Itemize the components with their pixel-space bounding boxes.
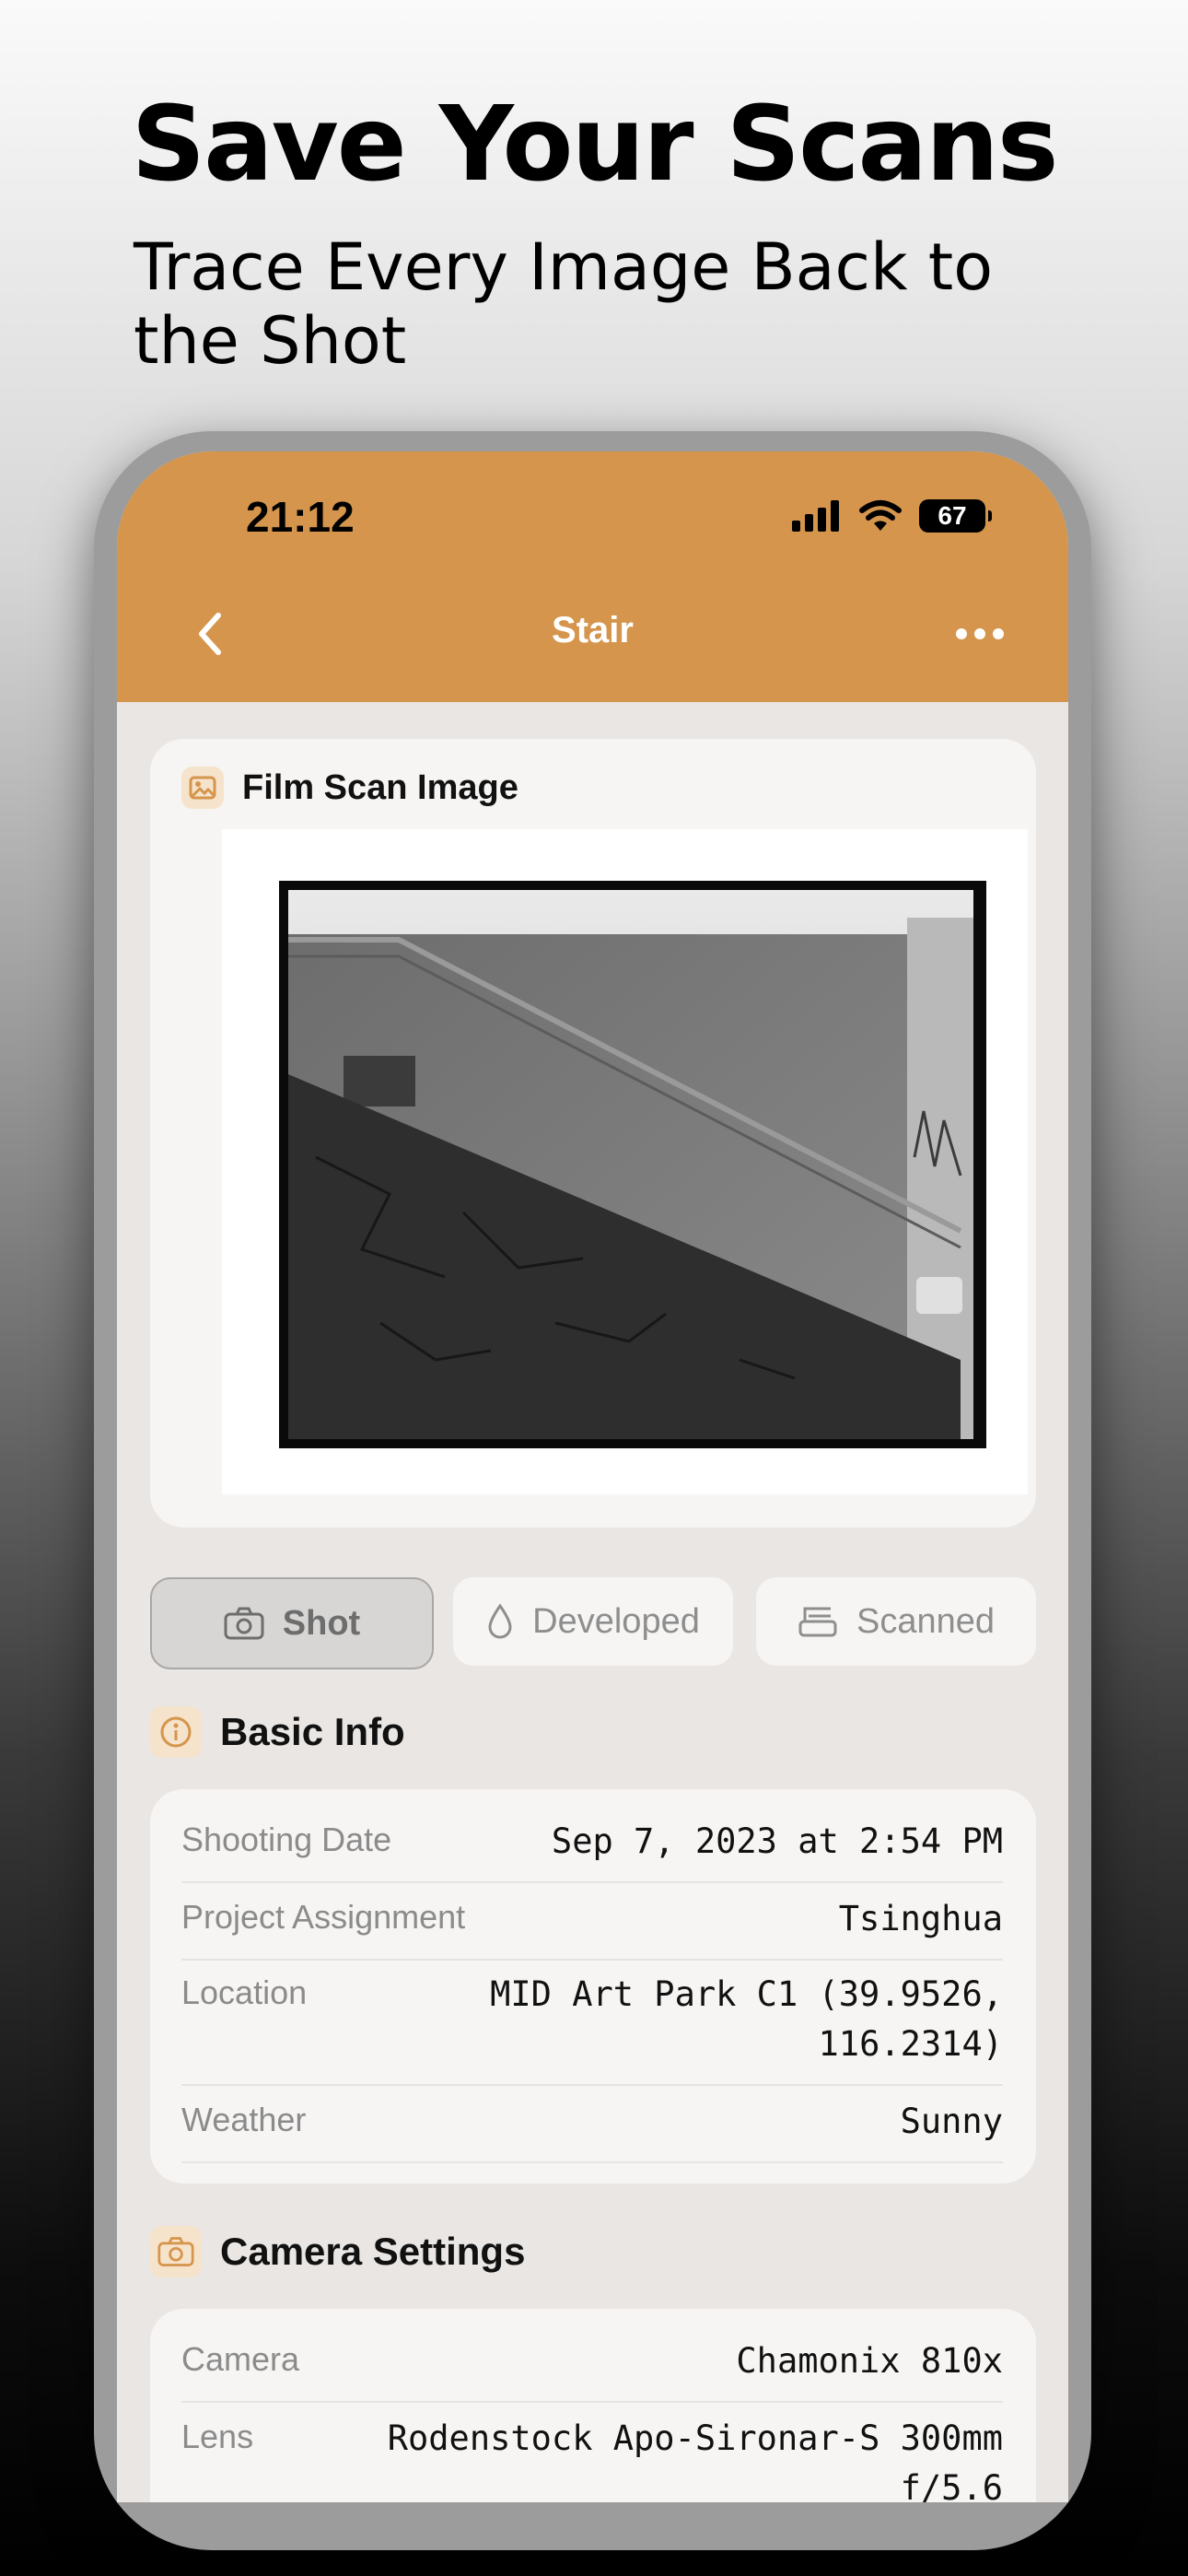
info-value: Tsinghua [838, 1899, 1003, 1938]
camera-settings-card: Camera Chamonix 810x Lens Rodenstock Apo… [150, 2309, 1036, 2502]
tab-scanned[interactable]: Scanned [756, 1577, 1036, 1666]
app-screen: 21:12 67 Stair Film Scan Image Shot Deve… [117, 451, 1068, 2502]
basic-info-card: Shooting Date Sep 7, 2023 at 2:54 PM Pro… [150, 1789, 1036, 2184]
camera-settings-title: Camera Settings [220, 2230, 526, 2273]
battery-icon: 67 [919, 499, 992, 533]
lens-line-2: f/5.6 [900, 2468, 1003, 2502]
basic-info-header: Basic Info [150, 1706, 405, 1758]
navigation-bar: 21:12 67 Stair [117, 451, 1068, 702]
divider [181, 1881, 1003, 1883]
tab-shot-label: Shot [282, 1603, 361, 1643]
info-row-project: Project Assignment Tsinghua [181, 1894, 1003, 1944]
info-label: Location [181, 1973, 308, 2011]
image-icon [181, 767, 224, 809]
promo-headline: Save Your Scans [131, 85, 1059, 205]
film-scan-header: Film Scan Image [181, 767, 518, 809]
lens-label: Lens [181, 2418, 254, 2455]
film-scan-title: Film Scan Image [242, 767, 518, 807]
tab-shot[interactable]: Shot [150, 1577, 434, 1669]
status-icons: 67 [792, 499, 992, 533]
info-value: MID Art Park C1 (39.9526, 116.2314) [490, 1970, 1003, 2069]
film-scan-card: Film Scan Image [150, 739, 1036, 1528]
lens-line-1: Rodenstock Apo-Sironar-S 300mm [387, 2418, 1003, 2458]
tab-scanned-label: Scanned [856, 1601, 995, 1641]
location-line-2: 116.2314) [818, 2024, 1003, 2064]
divider [181, 2084, 1003, 2086]
lens-value: Rodenstock Apo-Sironar-S 300mm f/5.6 [388, 2414, 1003, 2502]
camera-settings-icon [150, 2226, 202, 2277]
film-scan-photo[interactable] [279, 881, 986, 1448]
wifi-icon [859, 500, 902, 531]
cellular-signal-icon [792, 500, 839, 532]
camera-icon [224, 1607, 264, 1640]
camera-settings-header: Camera Settings [150, 2226, 525, 2277]
more-options-icon[interactable] [952, 615, 1007, 652]
camera-row: Camera Chamonix 810x [181, 2336, 1003, 2386]
info-label: Weather [181, 2101, 307, 2138]
info-label: Project Assignment [181, 1898, 466, 1936]
info-row-shooting-date: Shooting Date Sep 7, 2023 at 2:54 PM [181, 1817, 1003, 1867]
page-title: Stair [552, 610, 634, 650]
divider [181, 2161, 1003, 2163]
divider [181, 2401, 1003, 2403]
info-row-weather: Weather Sunny [181, 2097, 1003, 2147]
tab-developed-label: Developed [532, 1601, 700, 1641]
lens-row: Lens Rodenstock Apo-Sironar-S 300mm f/5.… [181, 2414, 1003, 2502]
camera-label: Camera [181, 2340, 300, 2378]
basic-info-title: Basic Info [220, 1710, 405, 1753]
status-time: 21:12 [246, 493, 355, 541]
info-row-location: Location MID Art Park C1 (39.9526, 116.2… [181, 1970, 1003, 2069]
info-label: Shooting Date [181, 1821, 392, 1858]
divider [181, 1959, 1003, 1961]
camera-value: Chamonix 810x [736, 2341, 1003, 2381]
scanner-icon [798, 1607, 837, 1637]
info-value: Sunny [900, 2102, 1003, 2141]
tab-developed[interactable]: Developed [453, 1577, 733, 1666]
info-icon [150, 1706, 202, 1758]
info-value: Sep 7, 2023 at 2:54 PM [551, 1821, 1003, 1861]
location-line-1: MID Art Park C1 (39.9526, [490, 1974, 1003, 2014]
water-drop-icon [488, 1603, 512, 1639]
promo-subheadline: Trace Every Image Back to the Shot [134, 229, 994, 379]
